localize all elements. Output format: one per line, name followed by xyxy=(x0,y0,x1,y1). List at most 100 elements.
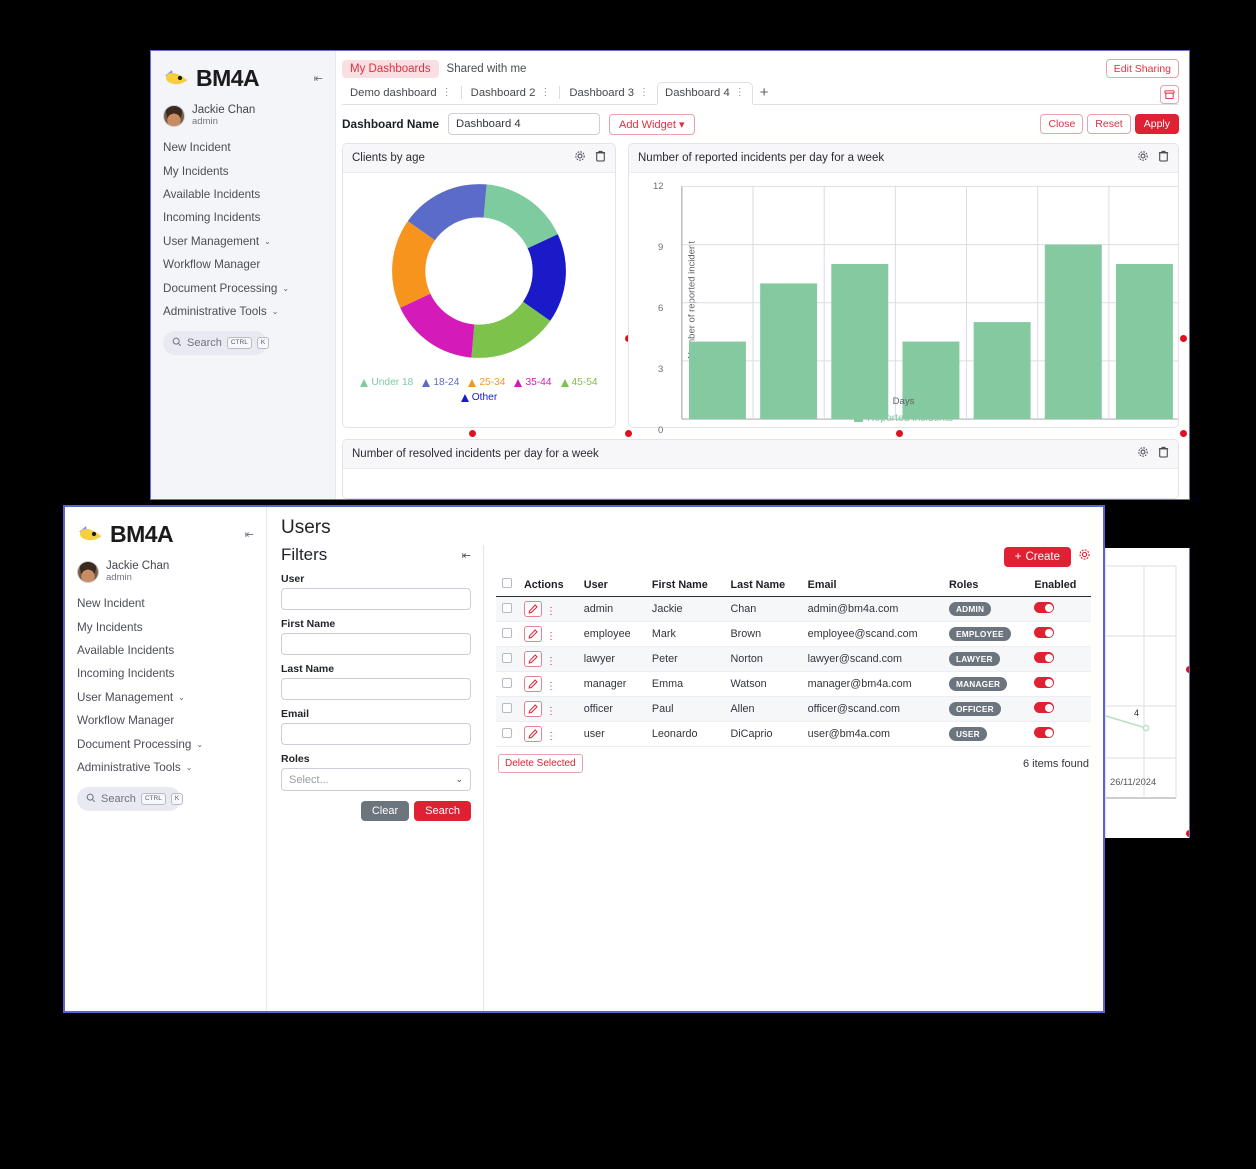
enabled-toggle[interactable] xyxy=(1034,627,1055,638)
gear-icon[interactable] xyxy=(1137,149,1149,167)
search-button[interactable]: Search xyxy=(414,801,471,821)
sidebar-item-workflow-manager[interactable]: Workflow Manager xyxy=(65,709,266,732)
kebab-menu-icon[interactable]: ⋮ xyxy=(540,88,550,98)
table-row[interactable]: ⋮ officer Paul Allen officer@scand.com O… xyxy=(496,696,1091,722)
edit-sharing-button[interactable]: Edit Sharing xyxy=(1105,59,1179,78)
resize-handle[interactable] xyxy=(1186,666,1189,673)
trash-icon[interactable] xyxy=(1158,149,1169,167)
enabled-toggle[interactable] xyxy=(1034,677,1055,688)
sidebar-item-new-incident[interactable]: New Incident xyxy=(151,136,335,159)
reset-button[interactable]: Reset xyxy=(1087,114,1131,134)
sidebar-item-document-processing[interactable]: Document Processing ⌄ xyxy=(65,732,266,755)
sidebar-item-available-incidents[interactable]: Available Incidents xyxy=(65,639,266,662)
dashboard-tab-demo[interactable]: Demo dashboard ⋮ xyxy=(342,82,460,104)
delete-selected-button[interactable]: Delete Selected xyxy=(498,754,583,773)
edit-icon[interactable] xyxy=(524,651,542,667)
sidebar-item-available-incidents[interactable]: Available Incidents xyxy=(151,183,335,206)
filter-input-email[interactable] xyxy=(281,723,471,745)
legend-item[interactable]: Under 18 xyxy=(360,377,413,388)
dashboard-tab-2[interactable]: Dashboard 2 ⋮ xyxy=(463,82,559,104)
dashboard-tab-3[interactable]: Dashboard 3 ⋮ xyxy=(561,82,657,104)
kebab-menu-icon[interactable]: ⋮ xyxy=(639,88,649,98)
sidebar-item-workflow-manager[interactable]: Workflow Manager xyxy=(151,253,335,276)
edit-icon[interactable] xyxy=(524,676,542,692)
legend-item[interactable]: 25-34 xyxy=(468,377,505,388)
bar-chart-legend[interactable]: Reported incidents xyxy=(629,413,1178,424)
row-checkbox[interactable] xyxy=(502,627,512,638)
edit-icon[interactable] xyxy=(524,626,542,642)
kebab-menu-icon[interactable]: ⋮ xyxy=(542,656,560,667)
sidebar-item-administrative-tools[interactable]: Administrative Tools ⌄ xyxy=(65,756,266,779)
kebab-menu-icon[interactable]: ⋮ xyxy=(442,88,452,98)
table-row[interactable]: ⋮ admin Jackie Chan admin@bm4a.com ADMIN xyxy=(496,596,1091,622)
legend-item[interactable]: 35-44 xyxy=(514,377,552,388)
user-profile[interactable]: Jackie Chan admin xyxy=(65,558,266,592)
enabled-toggle[interactable] xyxy=(1034,602,1055,613)
gear-icon[interactable] xyxy=(1078,548,1091,566)
table-row[interactable]: ⋮ user Leonardo DiCaprio user@bm4a.com U… xyxy=(496,721,1091,747)
add-dashboard-button[interactable]: + xyxy=(753,84,776,104)
clear-button[interactable]: Clear xyxy=(360,801,410,821)
tab-my-dashboards[interactable]: My Dashboards xyxy=(342,59,439,78)
kebab-menu-icon[interactable]: ⋮ xyxy=(735,88,745,98)
table-row[interactable]: ⋮ manager Emma Watson manager@bm4a.com M… xyxy=(496,671,1091,697)
kebab-menu-icon[interactable]: ⋮ xyxy=(542,631,560,642)
apply-button[interactable]: Apply xyxy=(1134,114,1179,134)
row-checkbox[interactable] xyxy=(502,677,512,688)
row-checkbox[interactable] xyxy=(502,702,512,713)
trash-icon[interactable] xyxy=(595,149,606,167)
search-input[interactable]: Search CTRL K xyxy=(77,787,184,812)
search-input[interactable]: Search CTRL K xyxy=(163,331,270,356)
collapse-filters-icon[interactable]: ⇤ xyxy=(462,549,471,562)
table-row[interactable]: ⋮ employee Mark Brown employee@scand.com… xyxy=(496,621,1091,647)
collapse-sidebar-icon[interactable]: ⇤ xyxy=(314,72,323,85)
edit-icon[interactable] xyxy=(524,701,542,717)
enabled-toggle[interactable] xyxy=(1034,652,1055,663)
resize-handle[interactable] xyxy=(469,430,476,437)
dashboard-tab-4[interactable]: Dashboard 4 ⋮ xyxy=(657,82,753,104)
sidebar-item-my-incidents[interactable]: My Incidents xyxy=(151,160,335,183)
gear-icon[interactable] xyxy=(574,149,586,167)
sidebar-item-administrative-tools[interactable]: Administrative Tools ⌄ xyxy=(151,300,335,323)
sidebar-item-user-management[interactable]: User Management ⌄ xyxy=(65,686,266,709)
enabled-toggle[interactable] xyxy=(1034,727,1055,738)
sidebar-item-new-incident[interactable]: New Incident xyxy=(65,592,266,615)
sidebar-item-document-processing[interactable]: Document Processing ⌄ xyxy=(151,276,335,299)
sidebar-item-incoming-incidents[interactable]: Incoming Incidents xyxy=(151,206,335,229)
filter-input-first-name[interactable] xyxy=(281,633,471,655)
trash-icon[interactable] xyxy=(1158,445,1169,463)
kebab-menu-icon[interactable]: ⋮ xyxy=(542,706,560,717)
table-row[interactable]: ⋮ lawyer Peter Norton lawyer@scand.com L… xyxy=(496,646,1091,672)
kebab-menu-icon[interactable]: ⋮ xyxy=(542,606,560,617)
tab-shared-with-me[interactable]: Shared with me xyxy=(439,60,535,78)
sidebar-item-user-management[interactable]: User Management ⌄ xyxy=(151,230,335,253)
legend-item[interactable]: Other xyxy=(349,392,609,403)
legend-item[interactable]: 18-24 xyxy=(422,377,459,388)
close-button[interactable]: Close xyxy=(1040,114,1084,134)
kebab-menu-icon[interactable]: ⋮ xyxy=(542,681,560,692)
dashboard-name-input[interactable] xyxy=(448,113,601,135)
select-all-checkbox[interactable] xyxy=(502,578,512,588)
legend-item[interactable]: 45-54 xyxy=(560,377,598,388)
resize-handle[interactable] xyxy=(1186,830,1189,837)
edit-icon[interactable] xyxy=(524,601,542,617)
enabled-toggle[interactable] xyxy=(1034,702,1055,713)
resize-handle[interactable] xyxy=(1180,335,1187,342)
row-checkbox[interactable] xyxy=(502,602,512,613)
filter-select-roles[interactable]: Select... ⌄ xyxy=(281,768,471,791)
resize-handle[interactable] xyxy=(896,430,903,437)
row-checkbox[interactable] xyxy=(502,727,512,738)
user-profile[interactable]: Jackie Chan admin xyxy=(151,102,335,136)
row-checkbox[interactable] xyxy=(502,652,512,663)
edit-icon[interactable] xyxy=(524,726,542,742)
sidebar-item-incoming-incidents[interactable]: Incoming Incidents xyxy=(65,662,266,685)
archive-icon[interactable] xyxy=(1160,85,1179,104)
sidebar-item-my-incidents[interactable]: My Incidents xyxy=(65,616,266,639)
filter-input-user[interactable] xyxy=(281,588,471,610)
resize-handle[interactable] xyxy=(1180,430,1187,437)
add-widget-button[interactable]: Add Widget ▾ xyxy=(609,113,695,135)
collapse-sidebar-icon[interactable]: ⇤ xyxy=(245,528,254,541)
create-button[interactable]: + Create xyxy=(1003,547,1071,567)
kebab-menu-icon[interactable]: ⋮ xyxy=(542,731,560,742)
filter-input-last-name[interactable] xyxy=(281,678,471,700)
